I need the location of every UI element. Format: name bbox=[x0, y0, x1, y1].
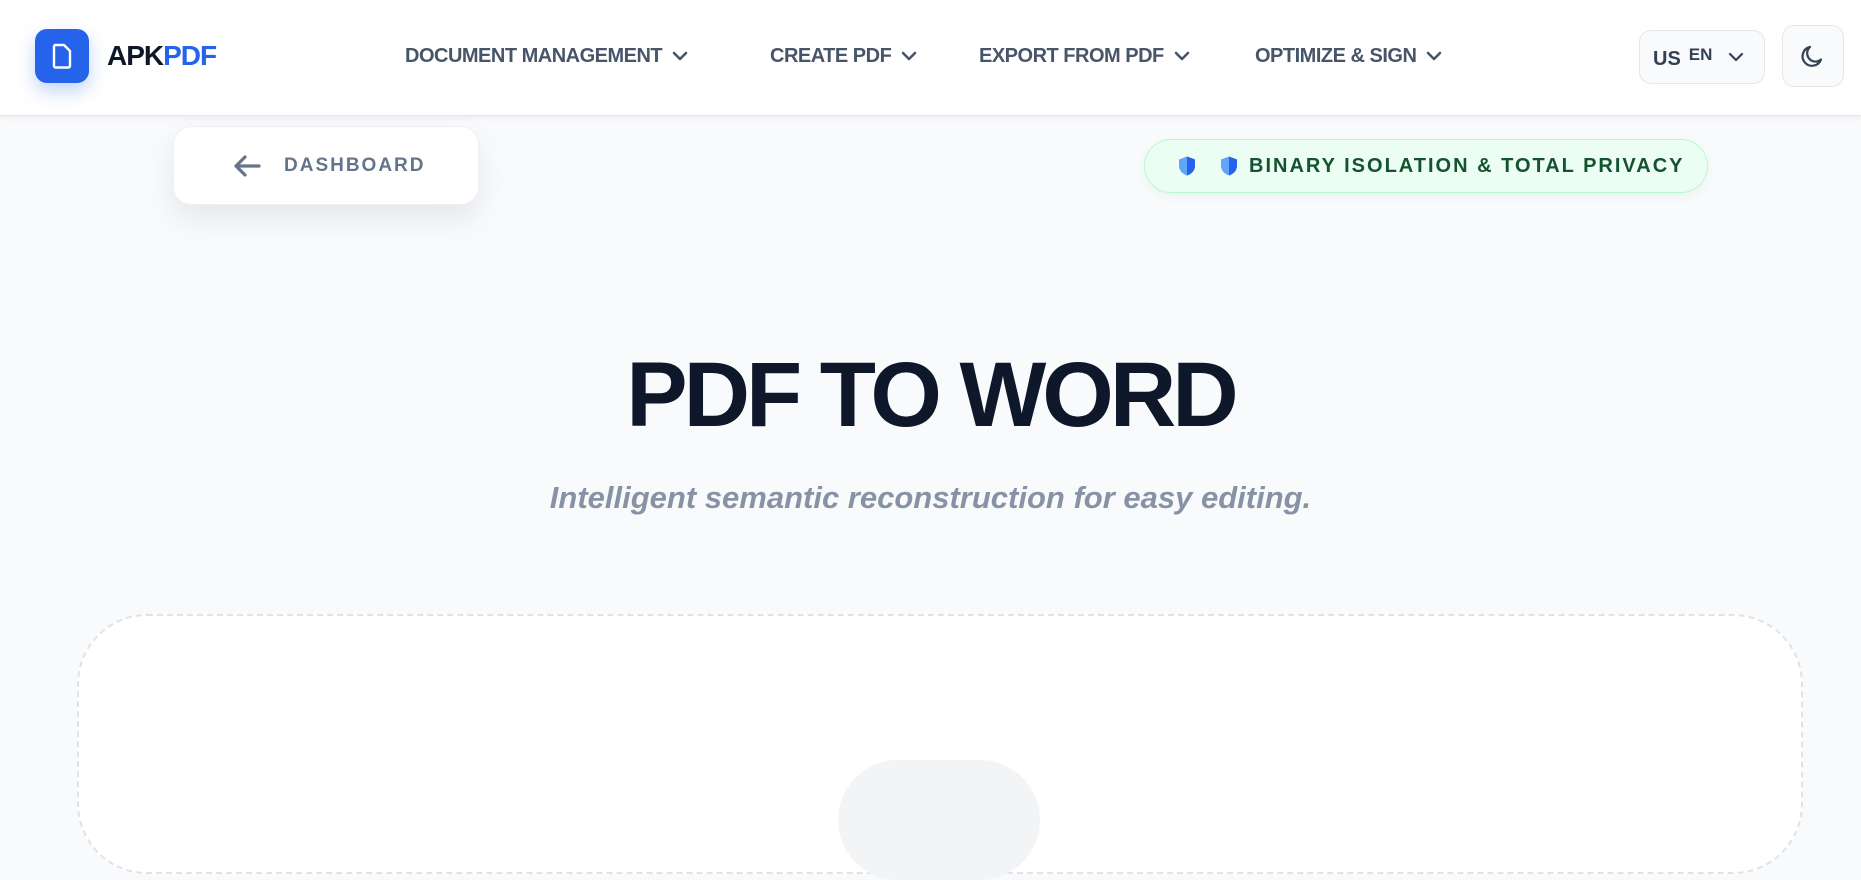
chevron-down-icon bbox=[1174, 51, 1190, 61]
nav-label: OPTIMIZE & SIGN bbox=[1255, 44, 1417, 67]
brand-name-part2: PDF bbox=[163, 40, 217, 71]
privacy-badge: BINARY ISOLATION & TOTAL PRIVACY bbox=[1144, 139, 1708, 193]
chevron-down-icon bbox=[902, 51, 917, 61]
brand-logo[interactable]: APKPDF bbox=[107, 40, 217, 72]
nav-document-management[interactable]: DOCUMENT MANAGEMENT bbox=[405, 43, 688, 69]
nav-optimize-sign[interactable]: OPTIMIZE & SIGN bbox=[1255, 43, 1442, 69]
nav-create-pdf[interactable]: CREATE PDF bbox=[770, 43, 917, 69]
page-subtitle: Intelligent semantic reconstruction for … bbox=[549, 480, 1312, 515]
privacy-badge-label: BINARY ISOLATION & TOTAL PRIVACY bbox=[1249, 154, 1685, 177]
chevron-down-icon bbox=[1729, 52, 1744, 62]
shield-icon bbox=[1221, 156, 1237, 176]
flag-label: US bbox=[1653, 47, 1681, 70]
nav-label: CREATE PDF bbox=[770, 44, 892, 67]
nav-export-from-pdf[interactable]: EXPORT FROM PDF bbox=[979, 43, 1190, 69]
brand-name-part1: APK bbox=[107, 40, 164, 71]
shield-icon bbox=[1179, 156, 1195, 176]
language-code: EN bbox=[1688, 45, 1713, 64]
nav-label: EXPORT FROM PDF bbox=[979, 44, 1164, 67]
page-title: PDF TO WORD bbox=[626, 344, 1239, 446]
chevron-down-icon bbox=[672, 51, 688, 61]
back-to-dashboard-button[interactable]: DASHBOARD bbox=[173, 126, 479, 205]
back-button-label: DASHBOARD bbox=[284, 154, 426, 176]
moon-icon bbox=[1801, 45, 1823, 67]
theme-toggle-button[interactable] bbox=[1782, 25, 1844, 87]
logo-icon[interactable] bbox=[35, 29, 89, 83]
language-selector[interactable]: US EN bbox=[1639, 30, 1765, 84]
upload-icon-container[interactable] bbox=[838, 760, 1040, 880]
top-header: APKPDF DOCUMENT MANAGEMENT CREATE PDF EX… bbox=[0, 0, 1861, 116]
document-icon bbox=[52, 43, 72, 69]
nav-label: DOCUMENT MANAGEMENT bbox=[405, 44, 663, 67]
arrow-left-icon bbox=[234, 154, 261, 177]
chevron-down-icon bbox=[1427, 51, 1442, 61]
